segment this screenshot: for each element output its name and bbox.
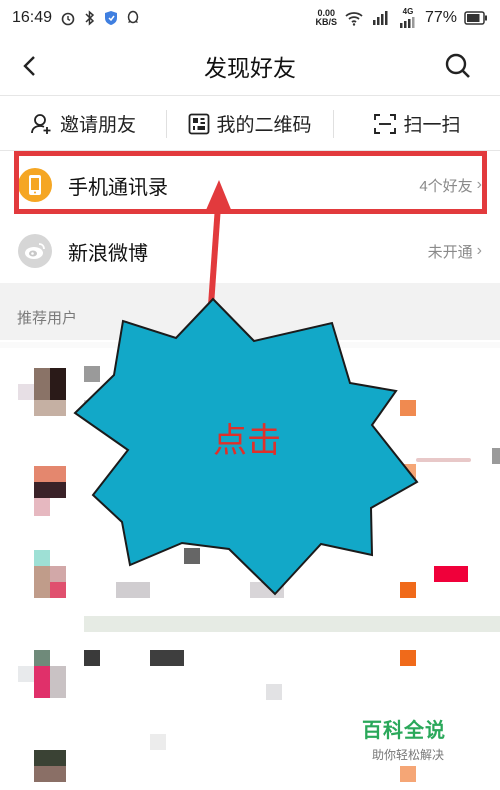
callout-text: 点击 [213,421,281,461]
annotation-overlay: 点击 [73,180,419,596]
watermark-title: 百科全说 [362,720,446,742]
watermark-subtitle: 助你轻松解决 [372,748,445,762]
watermark: 百科全说 助你轻松解决 [362,714,492,764]
